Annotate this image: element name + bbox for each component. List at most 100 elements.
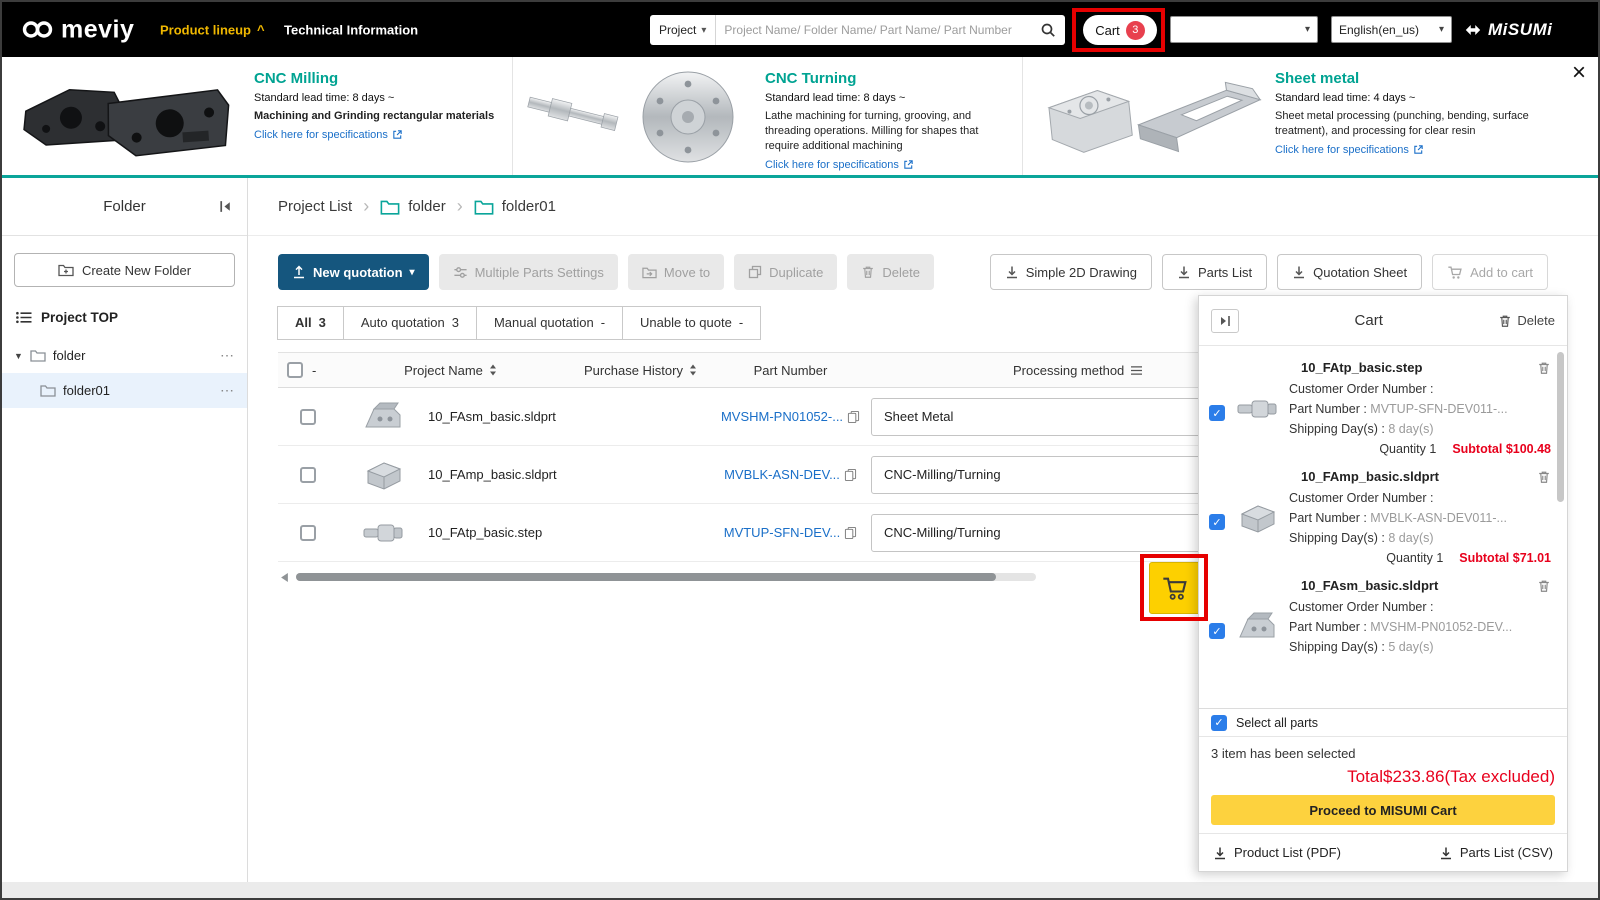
part-thumbnail	[1239, 612, 1275, 638]
cart-item-checkbox[interactable]: ✓	[1209, 405, 1225, 421]
cart-item-checkbox[interactable]: ✓	[1209, 514, 1225, 530]
cart-item-checkbox[interactable]: ✓	[1209, 623, 1225, 639]
part-number-link[interactable]: MVBLK-ASN-DEV...	[724, 467, 840, 482]
scrollbar-thumb[interactable]	[296, 573, 996, 581]
close-icon[interactable]: ×	[1572, 61, 1586, 85]
sidebar-item-folder[interactable]: ▼ folder ⋯	[2, 338, 247, 373]
banner-lead-time: Standard lead time: 8 days ~	[765, 92, 906, 104]
sidebar-item-folder01[interactable]: folder01 ⋯	[2, 373, 247, 408]
proceed-to-misumi-cart-button[interactable]: Proceed to MISUMI Cart	[1211, 795, 1555, 825]
download-icon	[1294, 266, 1305, 279]
trash-icon[interactable]	[1537, 579, 1551, 593]
part-thumbnail	[365, 402, 401, 427]
cart-total: Total$233.86(Tax excluded)	[1347, 767, 1555, 786]
move-to-button[interactable]: Move to	[627, 254, 725, 290]
select-all-parts-checkbox[interactable]: ✓	[1211, 714, 1227, 731]
folder-sidebar: Folder Create New Folder Project TOP ▼ f…	[2, 178, 248, 882]
copy-icon[interactable]	[847, 410, 860, 424]
new-quotation-button[interactable]: New quotation ▾	[278, 254, 429, 290]
breadcrumb-folder01[interactable]: folder01	[474, 198, 556, 215]
cart-panel-title: Cart	[1354, 312, 1383, 329]
banner-description: Sheet metal processing (punching, bendin…	[1275, 110, 1529, 137]
cart-delete-button[interactable]: Delete	[1498, 313, 1555, 328]
language-select[interactable]: English(en_us) ▾	[1331, 16, 1452, 43]
duplicate-button[interactable]: Duplicate	[734, 254, 838, 290]
folder-move-icon	[642, 267, 657, 278]
multiple-parts-settings-button[interactable]: Multiple Parts Settings	[438, 254, 618, 290]
copy-icon[interactable]	[844, 468, 857, 482]
top-header-bar: meviy Product lineup ^ Technical Informa…	[2, 2, 1598, 57]
create-new-folder-button[interactable]: Create New Folder	[14, 253, 235, 287]
folder-icon	[40, 385, 56, 397]
row-project-name: 10_FAmp_basic.sldprt	[428, 467, 557, 482]
chevron-down-icon: ▾	[701, 24, 707, 36]
banner-card-cnc-milling[interactable]: CNC Milling Standard lead time: 8 days ~…	[2, 57, 512, 175]
header-purchase-history[interactable]: Purchase History	[563, 363, 718, 378]
part-thumbnail	[1240, 505, 1276, 533]
parts-list-csv-link[interactable]: Parts List (CSV)	[1439, 845, 1553, 860]
filter-icon	[1131, 365, 1143, 375]
banner-card-sheet-metal[interactable]: Sheet metal Standard lead time: 4 days ~…	[1022, 57, 1552, 175]
download-icon	[1440, 847, 1451, 859]
misumi-logo[interactable]: MiSUMi	[1464, 20, 1552, 40]
tab-manual-quotation[interactable]: Manual quotation -	[475, 306, 624, 340]
product-list-pdf-link[interactable]: Product List (PDF)	[1213, 845, 1341, 860]
meviy-logo-icon	[22, 21, 53, 38]
nav-product-lineup[interactable]: Product lineup ^	[160, 22, 265, 37]
breadcrumb-project-list[interactable]: Project List	[278, 198, 352, 215]
actions-toolbar: New quotation ▾ Multiple Parts Settings …	[248, 236, 1598, 290]
quotation-sheet-button[interactable]: Quotation Sheet	[1277, 254, 1423, 290]
cart-item-quantity: 1	[1436, 551, 1444, 565]
cart-scrollbar-thumb[interactable]	[1557, 352, 1564, 502]
header-project-name[interactable]: Project Name	[338, 363, 563, 378]
parts-list-button[interactable]: Parts List	[1161, 254, 1268, 290]
tab-all[interactable]: All 3	[277, 306, 344, 340]
header-part-number[interactable]: Part Number	[718, 363, 863, 378]
more-menu-icon[interactable]: ⋯	[220, 382, 235, 399]
trash-icon[interactable]	[1537, 470, 1551, 484]
row-checkbox[interactable]	[300, 408, 316, 425]
row-project-name: 10_FAsm_basic.sldprt	[428, 409, 556, 424]
select-all-checkbox[interactable]	[287, 362, 303, 378]
external-link-icon	[1414, 145, 1423, 154]
tab-auto-quotation[interactable]: Auto quotation 3	[342, 306, 477, 340]
row-checkbox[interactable]	[300, 466, 316, 483]
meviy-logo[interactable]: meviy	[20, 15, 134, 44]
collapse-sidebar-icon[interactable]	[218, 200, 233, 213]
nav-technical-information[interactable]: Technical Information	[284, 22, 418, 37]
product-lineup-banner: CNC Milling Standard lead time: 8 days ~…	[2, 57, 1598, 178]
trash-icon[interactable]	[1537, 361, 1551, 375]
customer-order-label: Customer Order Number :	[1289, 600, 1434, 614]
more-menu-icon[interactable]: ⋯	[220, 347, 235, 364]
part-number-link[interactable]: MVSHM-PN01052-...	[721, 409, 843, 424]
search-input[interactable]	[716, 23, 1040, 37]
search-icon[interactable]	[1040, 22, 1056, 38]
sort-icon	[489, 364, 496, 376]
specifications-link[interactable]: Click here for specifications	[765, 159, 1014, 171]
tree-caret-icon: ▼	[14, 350, 23, 361]
meviy-app: meviy Product lineup ^ Technical Informa…	[0, 0, 1600, 900]
specifications-link[interactable]: Click here for specifications	[1275, 144, 1544, 156]
copy-icon[interactable]	[844, 526, 857, 540]
misumi-logo-icon	[1465, 24, 1481, 35]
folder-icon	[380, 200, 400, 215]
tab-unable-to-quote[interactable]: Unable to quote -	[622, 306, 762, 340]
specifications-link[interactable]: Click here for specifications	[254, 129, 504, 141]
banner-card-cnc-turning[interactable]: CNC Turning Standard lead time: 8 days ~…	[512, 57, 1022, 175]
simple-2d-drawing-button[interactable]: Simple 2D Drawing	[989, 254, 1152, 290]
search-category-select[interactable]: Project ▾	[650, 15, 717, 45]
cart-item-name: 10_FAmp_basic.sldprt	[1301, 469, 1439, 484]
cart-item-part-number: MVBLK-ASN-DEV011-...	[1370, 511, 1507, 525]
part-number-link[interactable]: MVTUP-SFN-DEV...	[724, 525, 841, 540]
sidebar-title: Folder	[103, 198, 146, 215]
cart-items-list: 10_FAtp_basic.step ✓ Customer Order Numb…	[1199, 346, 1567, 708]
account-select[interactable]: ▾	[1170, 16, 1318, 43]
scroll-left-icon[interactable]	[280, 573, 289, 582]
delete-button[interactable]: Delete	[847, 254, 934, 290]
highlight-box-cart-button	[1072, 8, 1165, 52]
breadcrumb-folder[interactable]: folder	[380, 198, 446, 215]
add-to-cart-button[interactable]: Add to cart	[1432, 254, 1548, 290]
sidebar-item-project-top[interactable]: Project TOP	[2, 297, 247, 338]
collapse-cart-panel-icon[interactable]	[1211, 308, 1239, 333]
row-checkbox[interactable]	[300, 524, 316, 541]
